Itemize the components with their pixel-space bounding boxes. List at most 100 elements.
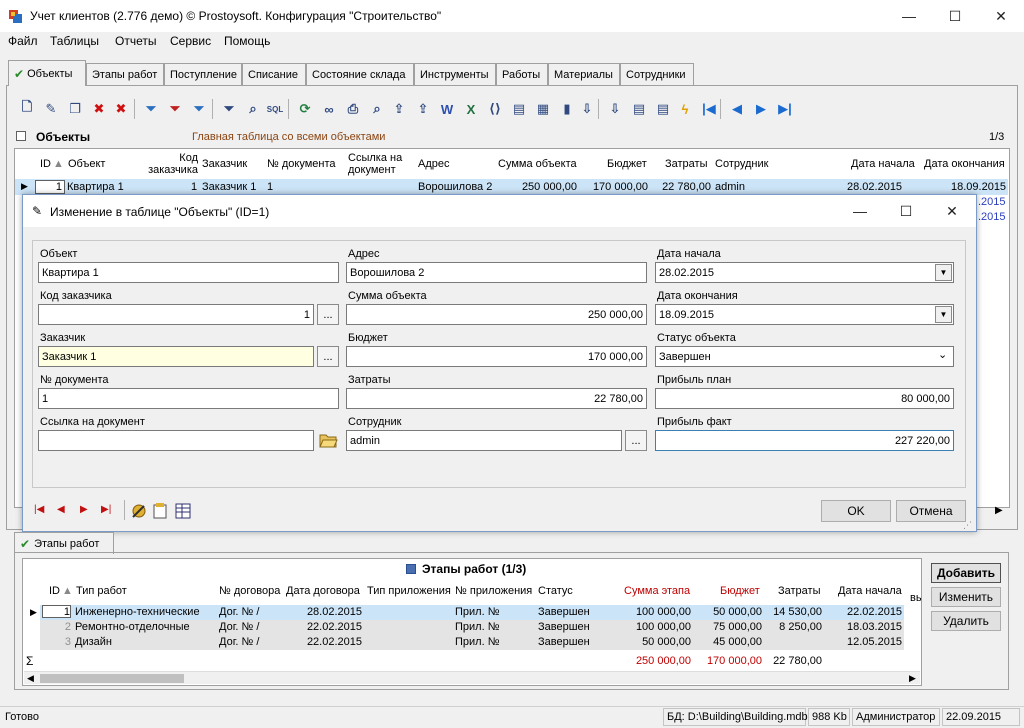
employee-picker-button[interactable]: ... (625, 430, 647, 451)
report-icon[interactable]: ▤ (654, 100, 672, 118)
last-icon[interactable]: ▶| (776, 100, 794, 118)
dialog-close-button[interactable]: ✕ (929, 195, 975, 227)
col-object[interactable]: Объект (68, 158, 105, 170)
folder-open-icon[interactable] (318, 431, 338, 449)
filter-remove-icon[interactable]: ⏷ (190, 100, 208, 118)
menu-service[interactable]: Сервис (170, 34, 211, 48)
end-date-dropdown-icon[interactable]: ▼ (935, 306, 952, 323)
sum-field[interactable]: 250 000,00 (346, 304, 647, 325)
import2-icon[interactable]: ⇩ (606, 100, 624, 118)
doc-link-field[interactable] (38, 430, 314, 451)
magic-icon[interactable] (130, 502, 148, 520)
dialog-maximize-button[interactable]: ☐ (883, 195, 929, 227)
end-date-field[interactable]: 18.09.2015 (655, 304, 954, 325)
print-icon[interactable]: ⎙ (344, 100, 362, 118)
refresh-icon[interactable]: ⟳ (296, 100, 314, 118)
client-picker-button[interactable]: ... (317, 346, 339, 367)
csv-icon[interactable]: ▤ (510, 100, 528, 118)
lightning-icon[interactable]: ϟ (676, 100, 694, 118)
status-select[interactable]: Завершен (655, 346, 954, 367)
employee-field[interactable]: admin (346, 430, 622, 451)
tab-stock[interactable]: Состояние склада (306, 63, 414, 85)
col-budget[interactable]: Бюджет (607, 158, 647, 170)
menu-file[interactable]: Файл (8, 34, 38, 48)
minimize-button[interactable]: — (886, 0, 932, 32)
tab-stages-lower[interactable]: ✔ Этапы работ (14, 532, 114, 554)
maximize-button[interactable]: ☐ (932, 0, 978, 32)
notes-icon[interactable] (152, 502, 170, 520)
copy-icon[interactable]: ❐ (66, 100, 84, 118)
edit-icon[interactable]: ✎ (42, 100, 60, 118)
import-icon[interactable]: ⇩ (578, 100, 596, 118)
col-client[interactable]: Заказчик (202, 158, 247, 170)
costs-field[interactable]: 22 780,00 (346, 388, 647, 409)
sort-icon[interactable]: ⏷ (220, 100, 238, 118)
table-row[interactable]: ▶ 1 Квартира 1 1 Заказчик 1 1 Ворошилова… (15, 179, 1008, 195)
delete-all-icon[interactable]: ✖ (112, 100, 130, 118)
profit-fact-field[interactable]: 227 220,00 (655, 430, 954, 451)
menu-help[interactable]: Помощь (224, 34, 270, 48)
object-field[interactable]: Квартира 1 (38, 262, 339, 283)
xml-icon[interactable]: ▦ (534, 100, 552, 118)
col-doc-link[interactable]: Ссылка на документ (348, 152, 408, 176)
search-icon[interactable]: ⌕ (244, 100, 262, 118)
delete-icon[interactable]: ✖ (90, 100, 108, 118)
st-col-sum[interactable]: Сумма этапа (624, 585, 690, 597)
col-costs[interactable]: Затраты (665, 158, 708, 170)
word-icon[interactable]: W (438, 100, 456, 118)
export2-icon[interactable]: ⇪ (414, 100, 432, 118)
st-col-id[interactable]: ID (49, 585, 60, 597)
filter-icon[interactable]: ⏷ (142, 100, 160, 118)
cancel-button[interactable]: Отмена (896, 500, 966, 522)
col-id[interactable]: ID (40, 158, 51, 170)
col-end[interactable]: Дата окончания (924, 158, 1005, 170)
edit-button[interactable]: Изменить (931, 587, 1001, 607)
col-sum[interactable]: Сумма объекта (498, 158, 577, 170)
sql-icon[interactable]: SQL (266, 100, 284, 118)
tab-employees[interactable]: Сотрудники (620, 63, 694, 85)
tab-income[interactable]: Поступление (164, 63, 242, 85)
hscrollbar[interactable]: ◀ ▶ (24, 671, 920, 684)
close-button[interactable]: ✕ (978, 0, 1024, 32)
resize-grip-icon[interactable]: ⋰ (963, 520, 972, 531)
prev-record-icon[interactable]: ◀ (57, 504, 65, 515)
scroll-right-icon[interactable]: ▶ (909, 673, 916, 684)
binoculars-icon[interactable]: ∞ (320, 100, 338, 118)
st-col-contract-date[interactable]: Дата договора (286, 585, 360, 597)
settings-icon[interactable]: ▤ (630, 100, 648, 118)
col-client-code[interactable]: Код заказчика (143, 152, 198, 176)
st-col-attach-no[interactable]: № приложения (455, 585, 532, 597)
client-code-field[interactable]: 1 (38, 304, 314, 325)
start-date-field[interactable]: 28.02.2015 (655, 262, 954, 283)
next-icon[interactable]: ▶ (752, 100, 770, 118)
tab-tools[interactable]: Инструменты (414, 63, 496, 85)
delete-button[interactable]: Удалить (931, 611, 1001, 631)
excel-icon[interactable]: X (462, 100, 480, 118)
tab-materials[interactable]: Материалы (548, 63, 620, 85)
preview-icon[interactable]: ⌕ (368, 100, 386, 118)
filter-clear-icon[interactable]: ⏷ (166, 100, 184, 118)
st-col-status[interactable]: Статус (538, 585, 573, 597)
address-field[interactable]: Ворошилова 2 (346, 262, 647, 283)
st-col-costs[interactable]: Затраты (778, 585, 821, 597)
client-field[interactable]: Заказчик 1 (38, 346, 314, 367)
scroll-right-icon[interactable]: ▶ (995, 505, 1003, 516)
st-col-more[interactable]: вь (910, 592, 922, 604)
ok-button[interactable]: OK (821, 500, 891, 522)
tab-stages[interactable]: Этапы работ (86, 63, 164, 85)
table-icon[interactable] (174, 502, 192, 520)
st-col-type[interactable]: Тип работ (76, 585, 127, 597)
profit-plan-field[interactable]: 80 000,00 (655, 388, 954, 409)
st-col-start[interactable]: Дата начала (838, 585, 902, 597)
next-record-icon[interactable]: ▶ (80, 504, 88, 515)
prev-icon[interactable]: ◀ (728, 100, 746, 118)
tab-objects[interactable]: ✔ Объекты (8, 60, 86, 86)
export-icon[interactable]: ⇪ (390, 100, 408, 118)
dialog-minimize-button[interactable]: — (837, 195, 883, 227)
budget-field[interactable]: 170 000,00 (346, 346, 647, 367)
tab-writeoff[interactable]: Списание (242, 63, 306, 85)
doc-no-field[interactable]: 1 (38, 388, 339, 409)
scroll-thumb[interactable] (40, 674, 184, 683)
tab-works[interactable]: Работы (496, 63, 548, 85)
new-record-icon[interactable]: 🗋 (18, 99, 36, 118)
